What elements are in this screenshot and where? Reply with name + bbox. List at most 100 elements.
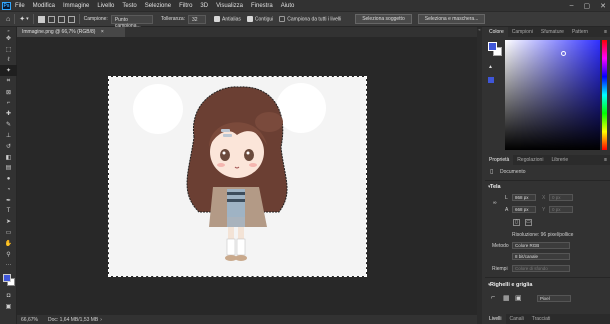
righelli-header[interactable]: Righelli e griglia [485,282,610,288]
foreground-color-swatch[interactable] [3,273,11,282]
frame-tool-icon[interactable]: ⊠ [0,87,17,98]
healing-brush-icon[interactable]: ✚ [0,109,17,120]
zoom-tool-icon[interactable]: ⚲ [0,249,17,260]
subtract-selection-icon[interactable] [57,15,65,23]
color-field[interactable] [505,40,600,150]
tab-proprieta[interactable]: Proprietà [485,155,514,165]
lasso-tool-icon[interactable]: ℓ [0,55,17,66]
color-picker-cursor[interactable] [561,51,566,56]
menu-finestra[interactable]: Finestra [251,3,273,9]
intersect-selection-icon[interactable] [67,15,75,23]
eraser-tool-icon[interactable]: ◧ [0,152,17,163]
y-label: Y [542,207,546,213]
zoom-level[interactable]: 66,67% [21,317,38,323]
rectangle-tool-icon[interactable]: ▭ [0,227,17,238]
new-selection-icon[interactable] [37,15,45,23]
eyedropper-tool-icon[interactable]: ⌐ [0,98,17,109]
seleziona-soggetto-button[interactable]: Seleziona soggetto [355,14,412,24]
menu-immagine[interactable]: Immagine [63,3,89,9]
bit-dropdown[interactable]: 8 bit/canale [512,253,570,260]
panel-menu-icon[interactable]: ≡ [604,29,607,35]
tutti-livelli-label: Campiona da tutti i livelli [287,16,342,23]
tab-pattern[interactable]: Pattern [568,27,592,37]
landscape-icon[interactable]: ▭ [525,219,532,226]
dodge-tool-icon[interactable]: ◔ [0,184,17,195]
checkbox-checked-icon [214,15,220,22]
ruler-icon[interactable]: ⌐ [491,294,495,301]
close-icon[interactable]: ✕ [600,2,606,10]
tela-header[interactable]: Tela [485,184,610,190]
panel-menu-icon[interactable]: ≡ [604,157,607,163]
checkbox-unchecked-icon [279,15,286,22]
campione-dropdown[interactable]: Punto campiona... [110,14,153,29]
menu-filtro[interactable]: Filtro [179,3,192,9]
tab-tracciati[interactable]: Tracciati [528,314,555,324]
menu-aiuto[interactable]: Aiuto [281,3,295,9]
menu-visualizza[interactable]: Visualizza [216,3,243,9]
clone-stamp-icon[interactable]: ⊥ [0,130,17,141]
hand-tool-icon[interactable]: ✋ [0,238,17,249]
documento-label: Documento [500,169,526,175]
canvas-area[interactable] [17,37,477,315]
tab-colore[interactable]: Colore [485,27,508,37]
document-tab[interactable]: Immagine.png @ 66,7% (RGB/8) × [17,27,125,37]
blur-tool-icon[interactable]: ● [0,173,17,184]
menu-livello[interactable]: Livello [97,3,114,9]
tab-campioni[interactable]: Campioni [508,27,537,37]
height-input[interactable]: 668 px [512,206,536,213]
menu-testo[interactable]: Testo [122,3,136,9]
tab-livelli[interactable]: Livelli [485,314,506,324]
menu-file[interactable]: File [15,3,25,9]
type-tool-icon[interactable]: T [0,206,17,217]
pen-tool-icon[interactable]: ✒ [0,195,17,206]
tab-librerie[interactable]: Librerie [547,155,572,165]
crop-tool-icon[interactable]: ⌗ [0,76,17,87]
chevron-down-icon[interactable]: ▾ [26,16,29,22]
document-canvas[interactable] [108,76,367,277]
path-selection-icon[interactable]: ➤ [0,217,17,228]
antialias-label: Antialias [222,16,241,23]
tutti-livelli-checkbox[interactable]: Campiona da tutti i livelli [279,15,342,23]
grid-icon[interactable]: ▦ [503,294,510,302]
more-tools-icon[interactable]: ··· [0,260,17,271]
magic-wand-tool-icon[interactable]: ✦ [19,15,25,23]
screen-mode-icon[interactable]: ▣ [0,301,17,312]
menu-modifica[interactable]: Modifica [33,3,55,9]
riempi-dropdown[interactable]: Colore di sfondo [512,265,570,272]
marquee-tool-icon[interactable]: ⬚ [0,44,17,55]
history-brush-icon[interactable]: ↺ [0,141,17,152]
foreground-color-swatch[interactable] [488,42,497,51]
tolleranza-input[interactable]: 32 [188,14,206,24]
quick-mask-icon[interactable]: ◘ [0,291,17,302]
metodo-dropdown[interactable]: Colore RGB [512,242,570,249]
seleziona-maschera-button[interactable]: Seleziona e maschera... [417,14,486,24]
web-color-icon[interactable] [488,77,494,83]
color-swatches[interactable] [0,271,16,291]
x-input[interactable]: 0 px [549,194,573,201]
tab-canali[interactable]: Canali [506,314,528,324]
add-selection-icon[interactable] [47,15,55,23]
magic-wand-tool-icon[interactable]: ✦ [0,65,17,77]
link-icon[interactable]: ∞ [493,200,497,206]
minimize-icon[interactable]: – [570,2,574,9]
guides-icon[interactable]: ▣ [515,294,522,302]
y-input[interactable]: 0 px [549,206,573,213]
chevron-right-icon[interactable]: › [100,317,102,323]
maximize-icon[interactable]: ▢ [584,2,591,10]
close-tab-icon[interactable]: × [101,29,104,35]
tab-regolazioni[interactable]: Regolazioni [513,155,547,165]
home-icon[interactable]: ⌂ [6,16,10,23]
tab-sfumature[interactable]: Sfumature [537,27,568,37]
menu-3d[interactable]: 3D [200,3,208,9]
antialias-checkbox[interactable]: Antialias [214,15,241,23]
move-tool-icon[interactable]: ✥ [0,33,17,44]
menu-selezione[interactable]: Selezione [145,3,171,9]
warning-gamut-icon[interactable]: ▲ [488,64,493,70]
gradient-tool-icon[interactable]: ▤ [0,163,17,174]
contigui-checkbox[interactable]: Contigui [246,15,273,22]
portrait-icon[interactable]: ▯ [513,219,520,226]
brush-tool-icon[interactable]: ✎ [0,119,17,130]
hue-slider[interactable] [602,40,607,150]
unit-dropdown[interactable]: Pixel [537,295,571,302]
width-input[interactable]: 868 px [512,194,536,201]
